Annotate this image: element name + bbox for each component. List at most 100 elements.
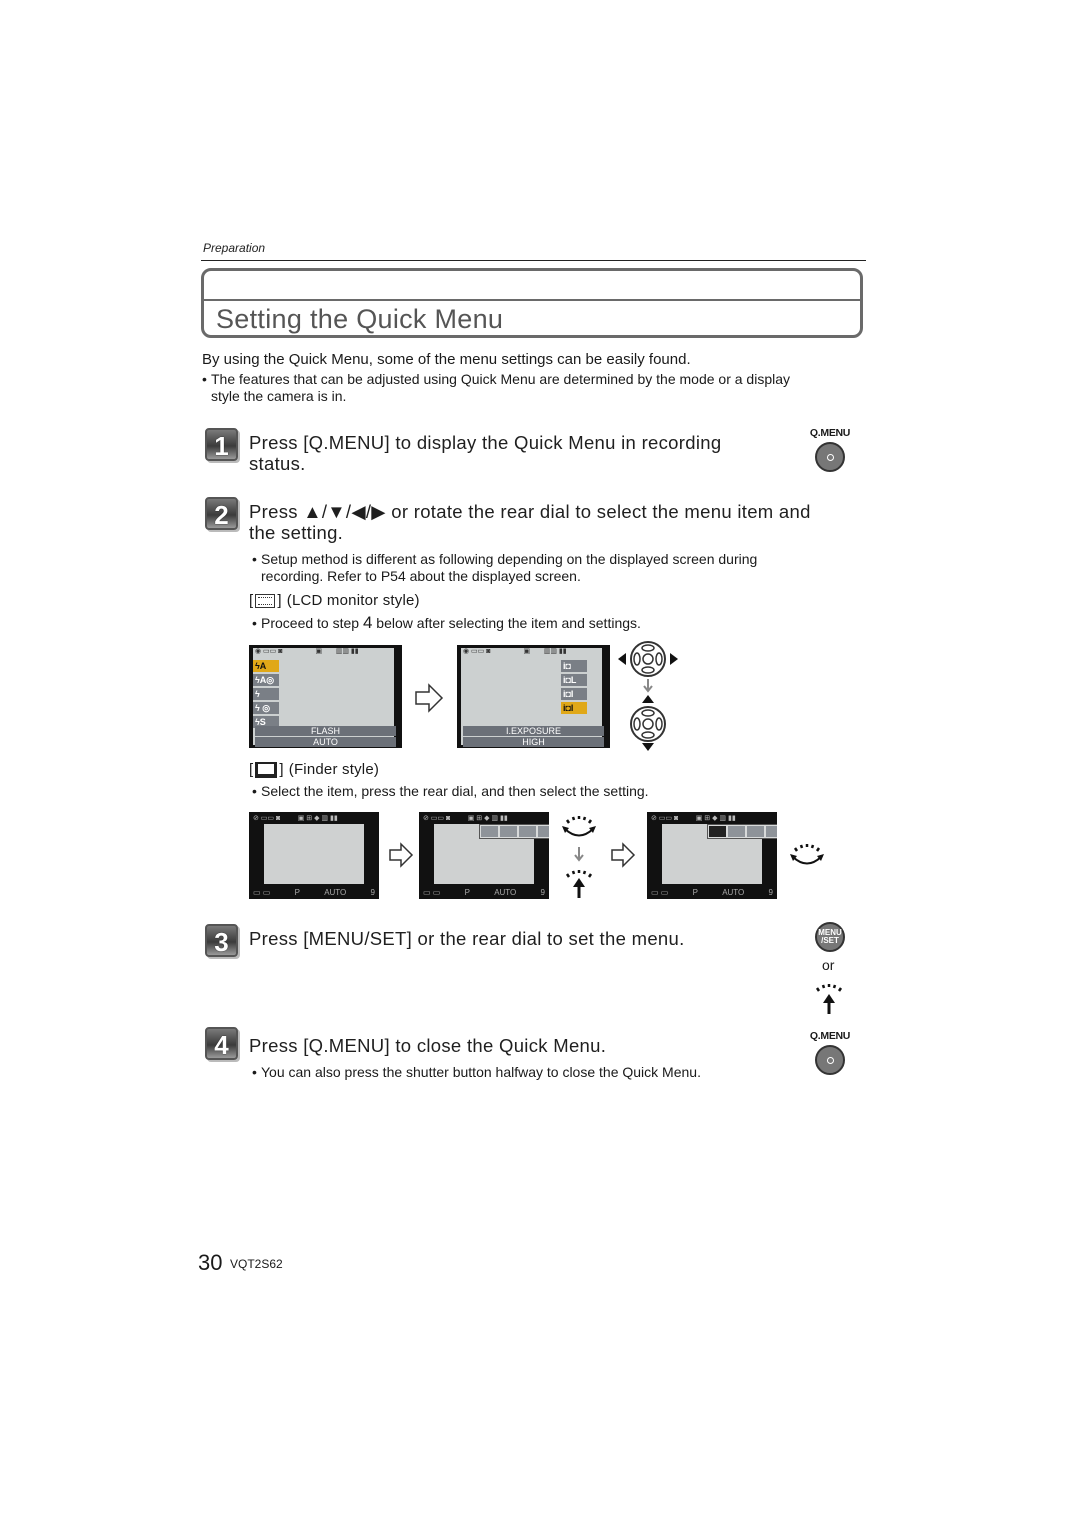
exposure-strip: [479, 824, 549, 839]
strip-item: [481, 826, 498, 837]
shots-count: 9: [540, 888, 545, 897]
exposure-strip: [707, 824, 777, 839]
status-icons: ⊘ ▭▭ ◙ ▣ ⊞ ◆ ▥ ▮▮: [651, 815, 736, 822]
setting-title: FLASH: [255, 726, 396, 736]
step-2-number: 2: [205, 497, 238, 530]
iso-text: AUTO: [722, 888, 745, 897]
step-line: Press [Q.MENU] to display the Quick Menu…: [249, 432, 722, 453]
bullet-line: recording. Refer to P54 about the displa…: [261, 568, 581, 584]
bullet-text: below after selecting the item and setti…: [372, 615, 641, 631]
bullet-text: Select the item, press the rear dial, an…: [261, 783, 649, 799]
bullet-text: You can also press the shutter button ha…: [261, 1064, 701, 1080]
bracket: ]: [279, 761, 284, 778]
intro-text: By using the Quick Menu, some of the men…: [202, 351, 691, 368]
menu-item: i◘L: [561, 674, 587, 686]
strip-item: [766, 826, 777, 837]
lcd-style-heading: [ ] (LCD monitor style): [249, 592, 420, 609]
af-icons: ▭ ▭: [651, 888, 669, 897]
shots-count: 9: [768, 888, 773, 897]
document-code: VQT2S62: [230, 1257, 283, 1271]
finder-screen-1: ⊘ ▭▭ ◙ ▣ ⊞ ◆ ▥ ▮▮ ▭ ▭ P AUTO 9: [249, 812, 379, 899]
flash-menu: ϟA ϟA◎ ϟ ϟ ◎ ϟS: [253, 660, 279, 730]
header-rule: [201, 260, 866, 261]
section-label: Preparation: [203, 241, 266, 255]
bullet-line: The features that can be adjusted using …: [211, 371, 791, 387]
strip-item: [500, 826, 517, 837]
finder-bottom-info: ▭ ▭ P AUTO 9: [253, 888, 375, 897]
bullet-dot: •: [252, 783, 257, 799]
step-1-text: Press [Q.MENU] to display the Quick Menu…: [249, 432, 721, 474]
finder-bottom-info: ▭ ▭ P AUTO 9: [651, 888, 773, 897]
rear-dial-rotate-press-icon: [562, 816, 596, 898]
step-4-text: Press [Q.MENU] to close the Quick Menu.: [249, 1035, 607, 1056]
menu-item: i◘: [561, 660, 587, 672]
iso-text: AUTO: [324, 888, 347, 897]
bullet-dot: •: [252, 1064, 257, 1080]
next-arrow-icon: [611, 842, 636, 868]
step-line: the setting.: [249, 522, 344, 543]
step-line: status.: [249, 453, 306, 474]
status-icons: ◉ ▭▭ ◙ ▣ ▥▥ ▮▮: [463, 648, 567, 655]
mode-text: P: [294, 888, 300, 897]
bracket: [: [249, 592, 254, 609]
bullet-text: Proceed to step: [261, 615, 363, 631]
page-title: Setting the Quick Menu: [216, 304, 504, 334]
menu-item: ϟ ◎: [253, 702, 279, 714]
step-3-number: 3: [205, 924, 238, 957]
finder-bottom-info: ▭ ▭ P AUTO 9: [423, 888, 545, 897]
status-icons: ⊘ ▭▭ ◙ ▣ ⊞ ◆ ▥ ▮▮: [423, 815, 508, 822]
iso-text: AUTO: [494, 888, 517, 897]
next-arrow-icon: [415, 683, 444, 713]
menu-item: ϟA: [253, 660, 279, 672]
strip-item: [747, 826, 764, 837]
bullet-dot: •: [252, 551, 257, 567]
menu-item: i◘l: [561, 702, 587, 714]
qmenu-button-icon: [815, 442, 845, 472]
lcd-monitor-icon: [255, 593, 276, 608]
step-4-number: 4: [205, 1027, 238, 1060]
finder-screen-2: ⊘ ▭▭ ◙ ▣ ⊞ ◆ ▥ ▮▮ ▭ ▭ P AUTO 9: [419, 812, 549, 899]
qmenu-label: Q.MENU: [809, 427, 851, 439]
finder-screen-3: ⊘ ▭▭ ◙ ▣ ⊞ ◆ ▥ ▮▮ ▭ ▭ P AUTO 9: [647, 812, 777, 899]
bracket: ]: [277, 592, 282, 609]
bullet-line: style the camera is in.: [211, 388, 347, 404]
step-2-bullet: • Setup method is different as following …: [252, 551, 852, 585]
strip-item: [728, 826, 745, 837]
strip-item: [519, 826, 536, 837]
heading-text: (LCD monitor style): [286, 592, 420, 609]
exposure-menu: i◘ i◘L i◘I i◘l: [561, 660, 587, 716]
bullet-line: Setup method is different as following d…: [261, 551, 758, 567]
intro-bullet: • The features that can be adjusted using…: [202, 371, 867, 405]
setting-title: I.EXPOSURE: [463, 726, 604, 736]
status-icons: ⊘ ▭▭ ◙ ▣ ⊞ ◆ ▥ ▮▮: [253, 815, 338, 822]
qmenu-label: Q.MENU: [809, 1030, 851, 1042]
mode-text: P: [464, 888, 470, 897]
af-icons: ▭ ▭: [423, 888, 441, 897]
title-divider: [204, 299, 860, 301]
menu-item: i◘I: [561, 688, 587, 700]
finder-icon: [255, 761, 278, 778]
title-box: Setting the Quick Menu: [201, 268, 863, 338]
step-3-text: Press [MENU/SET] or the rear dial to set…: [249, 928, 685, 949]
bracket: [: [249, 761, 254, 778]
menu-set-button-icon: MENU /SET: [815, 922, 845, 952]
lcd-screen-flash: ◉ ▭▭ ◙ ▣ ▥▥ ▮▮ ϟA ϟA◎ ϟ ϟ ◎ ϟS FLASH AUT…: [249, 645, 402, 748]
finder-style-bullet: • Select the item, press the rear dial, a…: [252, 783, 649, 800]
heading-text: (Finder style): [288, 761, 380, 778]
bullet-dot: •: [202, 371, 207, 387]
strip-item: [538, 826, 549, 837]
bullet-dot: •: [252, 615, 257, 631]
button-label: /SET: [821, 936, 839, 945]
step-1-number: 1: [205, 428, 238, 461]
lcd-screen-exposure: ◉ ▭▭ ◙ ▣ ▥▥ ▮▮ i◘ i◘L i◘I i◘l I.EXPOSURE…: [457, 645, 610, 748]
setting-value: AUTO: [255, 737, 396, 747]
rear-dial-press-icon: [815, 984, 843, 1014]
setting-value: HIGH: [463, 737, 604, 747]
next-arrow-icon: [389, 842, 414, 868]
shots-count: 9: [370, 888, 375, 897]
rear-dial-rotate-icon: [790, 844, 824, 865]
or-text: or: [822, 957, 835, 973]
finder-style-heading: [ ] (Finder style): [249, 761, 379, 778]
step-4-bullet: • You can also press the shutter button h…: [252, 1064, 701, 1081]
finder-display: [264, 824, 364, 884]
